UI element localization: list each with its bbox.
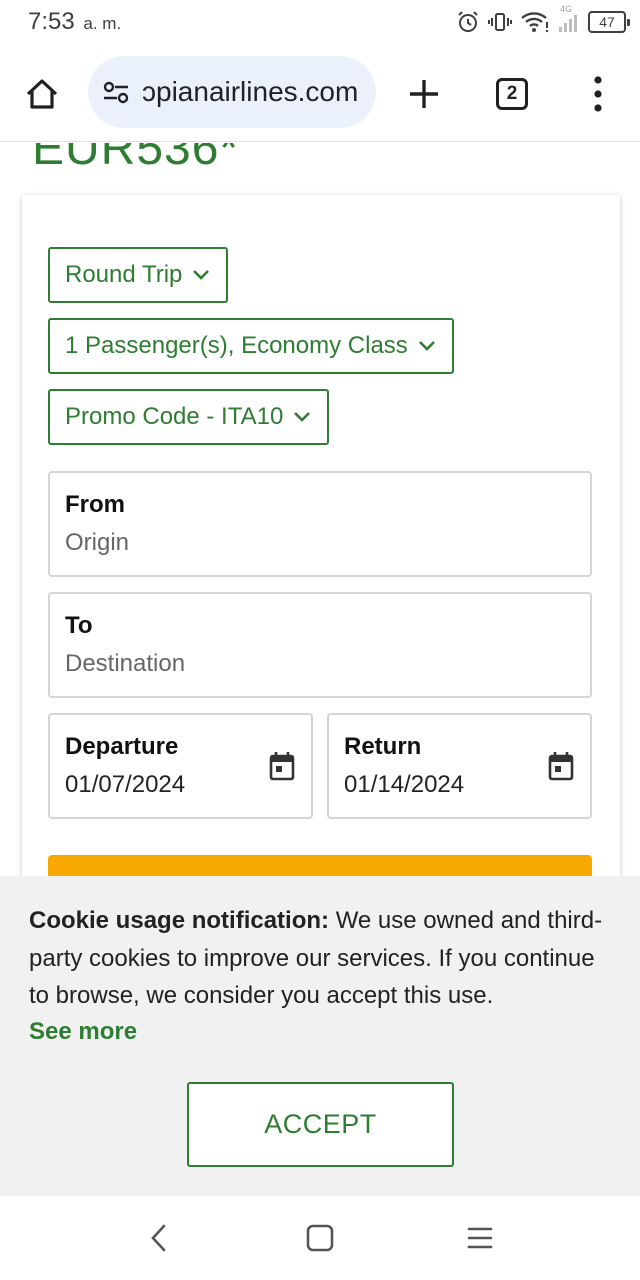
ampm-text: a. m. (83, 14, 122, 33)
departure-value[interactable]: 01/07/2024 (65, 771, 185, 799)
status-time: 7:53 a. m. (28, 8, 121, 36)
passengers-label: 1 Passenger(s), Economy Class (65, 332, 408, 359)
origin-field[interactable]: From Origin (48, 471, 592, 577)
return-date-field[interactable]: Return 01/14/2024 (327, 713, 592, 819)
cookie-message: Cookie usage notification: We use owned … (29, 902, 619, 1015)
origin-label: From (65, 491, 125, 518)
trip-type-label: Round Trip (65, 261, 183, 288)
calendar-icon[interactable] (269, 751, 295, 781)
status-bar: 7:53 a. m. 4G 47 (0, 0, 640, 46)
see-more-link[interactable]: See more (29, 1018, 137, 1046)
destination-field[interactable]: To Destination (48, 592, 592, 698)
cookie-title: Cookie usage notification: (29, 907, 330, 934)
browser-toolbar: ɔpianairlines.com 2 (0, 46, 640, 142)
accept-cookies-button[interactable]: ACCEPT (187, 1082, 454, 1167)
page-content: EUR536* Round Trip 1 Passenger(s), Econo… (0, 143, 640, 876)
chevron-down-icon (193, 270, 210, 280)
address-bar[interactable]: ɔpianairlines.com (88, 56, 376, 128)
trip-type-dropdown[interactable]: Round Trip (48, 247, 229, 303)
search-flights-button[interactable] (48, 855, 592, 876)
wifi-icon (521, 12, 549, 33)
departure-date-field[interactable]: Departure 01/07/2024 (48, 713, 313, 819)
status-icons: 4G 47 (456, 4, 630, 36)
destination-placeholder[interactable]: Destination (65, 650, 185, 678)
cookie-banner: Cookie usage notification: We use owned … (0, 876, 640, 1196)
alarm-icon (458, 11, 478, 32)
url-text[interactable]: ɔpianairlines.com (142, 76, 358, 108)
booking-card: Round Trip 1 Passenger(s), Economy Class… (22, 195, 620, 876)
battery-indicator: 47 (588, 11, 630, 33)
destination-label: To (65, 612, 93, 639)
system-nav-bar (0, 1196, 640, 1280)
return-value[interactable]: 01/14/2024 (344, 771, 464, 799)
home-icon[interactable] (22, 74, 62, 114)
home-square-icon[interactable] (304, 1222, 336, 1254)
vibrate-icon (488, 13, 512, 31)
departure-label: Departure (65, 733, 179, 760)
back-icon[interactable] (144, 1222, 176, 1254)
time-text: 7:53 (28, 8, 75, 35)
origin-placeholder[interactable]: Origin (65, 529, 129, 557)
site-settings-icon[interactable] (102, 78, 130, 106)
promo-code-dropdown[interactable]: Promo Code - ITA10 (48, 389, 330, 445)
signal-icon (559, 15, 577, 32)
tab-count: 2 (506, 83, 518, 104)
return-label: Return (344, 733, 422, 760)
calendar-icon[interactable] (548, 751, 574, 781)
chevron-down-icon (294, 412, 311, 422)
battery-level: 47 (599, 14, 615, 30)
passengers-dropdown[interactable]: 1 Passenger(s), Economy Class (48, 318, 454, 374)
more-menu-icon[interactable] (582, 74, 614, 114)
signal-group: 4G (558, 4, 580, 34)
recents-icon[interactable] (464, 1222, 496, 1254)
promo-code-label: Promo Code - ITA10 (65, 403, 284, 430)
chevron-down-icon (418, 341, 435, 351)
new-tab-icon[interactable] (404, 74, 444, 114)
price-heading: EUR536* (32, 143, 240, 175)
tab-switcher-button[interactable]: 2 (496, 78, 528, 110)
